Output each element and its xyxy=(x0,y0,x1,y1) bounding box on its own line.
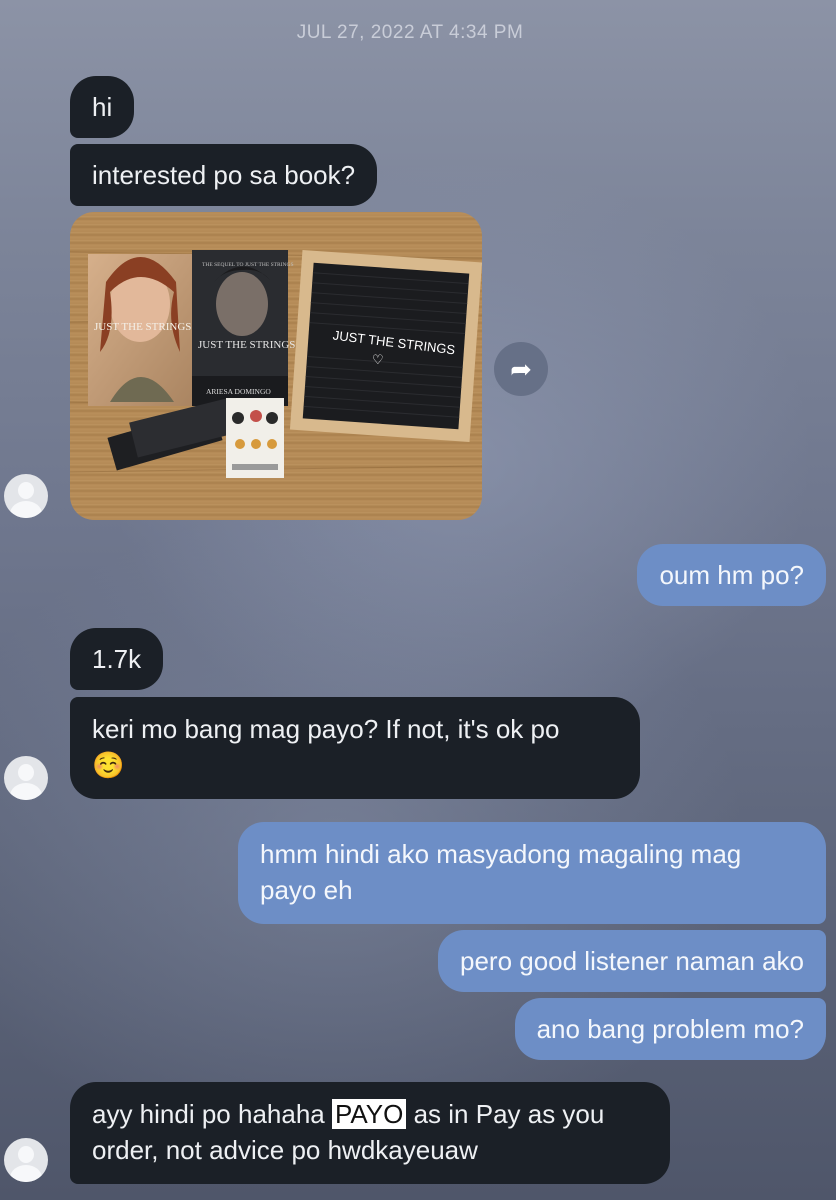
message-text-line: ayy hindi po hahaha PAYO as in Pay as yo… xyxy=(92,1096,648,1132)
message-text: pero good listener naman ako xyxy=(459,946,804,976)
avatar-head xyxy=(18,764,34,781)
board-heart: ♡ xyxy=(372,353,384,368)
avatar[interactable] xyxy=(4,1138,48,1182)
message-text: interested po sa book? xyxy=(92,160,356,190)
message-text: ano bang problem mo? xyxy=(536,1014,804,1044)
avatar[interactable] xyxy=(4,474,48,518)
message-bubble-outgoing[interactable]: ano bang problem mo? xyxy=(514,998,826,1060)
emoji: ☺️ xyxy=(92,750,125,780)
message-bubble-outgoing[interactable]: pero good listener naman ako xyxy=(437,930,826,992)
message-text: oum hm po? xyxy=(659,560,804,590)
share-arrow-icon[interactable]: ➦ xyxy=(494,342,548,396)
message-bubble-incoming[interactable]: ayy hindi po hahaha PAYO as in Pay as yo… xyxy=(70,1082,670,1184)
book-1-title: JUST THE STRINGS xyxy=(94,321,191,333)
avatar-head xyxy=(18,1146,34,1163)
message-bubble-incoming[interactable]: keri mo bang mag payo? If not, it's ok p… xyxy=(70,697,640,799)
avatar-head xyxy=(18,482,34,499)
sticker-sheet xyxy=(226,398,284,478)
message-text: hi xyxy=(92,92,113,122)
message-text-pre: ayy hindi po hahaha xyxy=(92,1099,332,1129)
book-2-header: THE SEQUEL TO JUST THE STRINGS xyxy=(202,262,294,268)
book-2-author: ARIESA DOMINGO xyxy=(206,387,271,396)
avatar[interactable] xyxy=(4,756,48,800)
message-bubble-incoming[interactable]: hi xyxy=(70,76,135,138)
message-text-post: as in Pay as you xyxy=(406,1099,605,1129)
message-bubble-outgoing[interactable]: oum hm po? xyxy=(637,544,826,606)
highlighted-word: PAYO xyxy=(331,1099,407,1129)
timestamp: JUL 27, 2022 AT 4:34 PM xyxy=(296,22,524,43)
letter-board: JUST THE STRINGS ♡ xyxy=(289,249,482,443)
message-text-line: hmm hindi ako masyadong magaling mag xyxy=(260,839,742,869)
avatar-shoulders xyxy=(10,783,42,800)
avatar-shoulders xyxy=(10,1165,42,1182)
message-text-line: order, not advice po hwdkayeuaw xyxy=(92,1135,478,1165)
photo-attachment[interactable]: THE SEQUEL TO JUST THE STRINGS JUST THE … xyxy=(70,212,482,520)
book-cover-2 xyxy=(192,250,288,406)
message-bubble-incoming[interactable]: 1.7k xyxy=(70,628,164,690)
message-bubble-incoming[interactable]: interested po sa book? xyxy=(70,144,378,206)
avatar-shoulders xyxy=(10,501,42,518)
message-text-line: keri mo bang mag payo? If not, it's ok p… xyxy=(92,714,560,744)
message-text-line: payo eh xyxy=(260,875,353,905)
bookmarks xyxy=(107,398,235,471)
message-text: 1.7k xyxy=(92,644,142,674)
message-bubble-outgoing[interactable]: hmm hindi ako masyadong magaling mag pay… xyxy=(238,822,826,924)
book-2-title: JUST THE STRINGS xyxy=(198,339,295,351)
book-photo: THE SEQUEL TO JUST THE STRINGS JUST THE … xyxy=(70,249,482,478)
